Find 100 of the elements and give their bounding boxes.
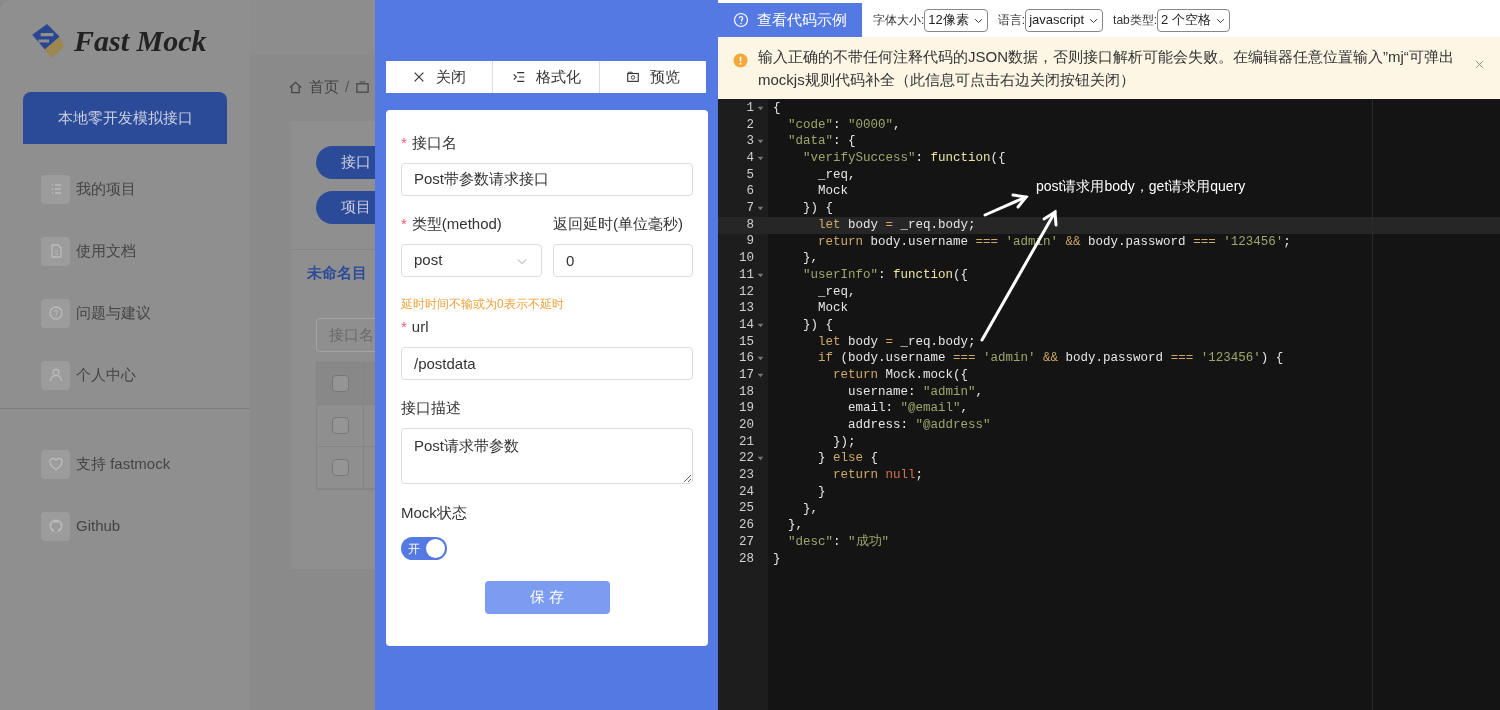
- line-number: 4: [746, 150, 754, 168]
- document-icon: [41, 236, 70, 266]
- line-number: 25: [739, 500, 754, 518]
- close-icon: [412, 70, 426, 84]
- nav-item[interactable]: 使用文档: [76, 239, 136, 263]
- nav-item[interactable]: 支持 fastmock: [76, 452, 171, 476]
- line-number: 6: [746, 183, 754, 201]
- line-number: 7: [746, 200, 754, 218]
- line-number: 2: [746, 116, 754, 134]
- line-number: 3: [746, 133, 754, 151]
- code-line: }: [817, 483, 826, 501]
- code-line: return null;: [832, 467, 924, 484]
- code-line: email: "@email",: [847, 400, 969, 418]
- line-number: 28: [739, 550, 754, 568]
- field-label: 接口名: [411, 132, 457, 153]
- method-select[interactable]: post: [401, 244, 542, 277]
- name-input[interactable]: Post带参数请求接口: [401, 163, 693, 196]
- code-line: },: [802, 250, 818, 267]
- nav-button[interactable]: 本地零开发模拟接口: [23, 92, 227, 144]
- action-button[interactable]: 接口: [316, 146, 375, 179]
- required-asterisk: *: [401, 132, 407, 153]
- setting-select[interactable]: javascript: [1025, 8, 1104, 32]
- line-number: 9: [746, 233, 754, 251]
- field-label: Mock状态: [401, 503, 468, 522]
- line-number: 27: [739, 533, 754, 551]
- toggle-switch[interactable]: 开: [401, 537, 447, 560]
- user-icon: [41, 360, 70, 390]
- setting-label: 字体大小:: [873, 12, 925, 29]
- code-line: Mock: [817, 183, 848, 201]
- line-number: 17: [739, 366, 754, 384]
- line-number: 5: [746, 166, 754, 184]
- code-line: },: [787, 517, 803, 534]
- setting-select[interactable]: 2 个空格: [1157, 8, 1230, 32]
- line-number: 14: [739, 316, 754, 334]
- folder-icon: [355, 80, 371, 95]
- hint-text: 延时时间不输或为0表示不延时: [401, 296, 565, 311]
- line-number: 23: [739, 467, 754, 485]
- nav-item[interactable]: 问题与建议: [76, 301, 151, 325]
- code-line: "data": {: [787, 133, 856, 151]
- code-line: });: [832, 433, 856, 451]
- code-line: return Mock.mock({: [832, 367, 969, 384]
- code-line: }) {: [802, 316, 833, 334]
- code-line: _req,: [817, 166, 856, 184]
- code-line: "userInfo": function({: [802, 266, 969, 284]
- action-button[interactable]: 项目: [316, 191, 375, 224]
- close-icon[interactable]: [1473, 58, 1486, 71]
- breadcrumb-link[interactable]: 首页: [309, 76, 339, 99]
- checkbox[interactable]: [331, 459, 349, 476]
- toolbar-button[interactable]: 格式化: [492, 61, 599, 93]
- field-label: 返回延时(单位毫秒): [553, 213, 683, 234]
- breadcrumb-separator: /: [345, 77, 350, 98]
- warning-icon: [733, 53, 748, 68]
- line-number: 10: [739, 250, 754, 268]
- field-label: url: [411, 316, 429, 337]
- code-line: "code": "0000",: [787, 116, 901, 134]
- line-number: 13: [739, 300, 754, 318]
- list-icon: [41, 174, 70, 204]
- camera-icon: [626, 70, 640, 84]
- line-number: 16: [739, 350, 754, 368]
- github-icon: [41, 511, 70, 541]
- nav-item[interactable]: Github: [76, 514, 121, 538]
- toolbar-button[interactable]: 预览: [599, 61, 706, 93]
- nav-item[interactable]: 我的项目: [76, 177, 136, 201]
- setting-select[interactable]: 12像素: [924, 8, 988, 32]
- help-button[interactable]: 查看代码示例: [718, 3, 862, 37]
- url-input[interactable]: /postdata: [401, 347, 693, 380]
- code-line: username: "admin",: [847, 383, 984, 401]
- line-number: 15: [739, 333, 754, 351]
- question-icon: [41, 298, 70, 328]
- code-editor[interactable]: [718, 99, 1500, 710]
- setting-label: 语言:: [997, 12, 1026, 29]
- toolbar-button[interactable]: 关闭: [386, 61, 492, 93]
- required-asterisk: *: [401, 316, 407, 337]
- line-number: 26: [739, 517, 754, 535]
- code-line: address: "@address": [847, 417, 991, 434]
- description-textarea[interactable]: Post请求带参数: [401, 428, 693, 484]
- line-number: 12: [739, 283, 754, 301]
- setting-label: tab类型:: [1113, 12, 1158, 29]
- nav-item[interactable]: 个人中心: [76, 363, 136, 387]
- code-line: if (body.username === 'admin' && body.password === '123456') {: [817, 350, 1284, 367]
- required-asterisk: *: [401, 213, 407, 234]
- code-line: "verifySuccess": function({: [802, 150, 1006, 167]
- delay-input[interactable]: 0: [553, 244, 693, 277]
- annotation-text: post请求用body，get请求用query: [1036, 177, 1246, 196]
- checkbox[interactable]: [331, 375, 349, 392]
- code-line: }) {: [802, 200, 833, 217]
- line-number: 19: [739, 400, 754, 418]
- code-line: {: [773, 100, 781, 117]
- code-line: Mock: [817, 300, 848, 317]
- code-line: let body = _req.body;: [817, 333, 976, 351]
- line-number: 24: [739, 483, 754, 501]
- code-line: } else {: [817, 450, 879, 468]
- checkbox[interactable]: [331, 417, 349, 434]
- notice-text: 输入正确的不带任何注释代码的JSON数据，否则接口解析可能会失败。在编辑器任意位置输入”mj“可弹出mockjs规则代码补全（此信息可点击右边关闭按钮关闭）: [758, 47, 1455, 90]
- code-line: },: [802, 500, 818, 518]
- line-number: 21: [739, 433, 754, 451]
- code-line: let body = _req.body;: [817, 216, 976, 234]
- line-number: 22: [739, 450, 754, 468]
- help-icon: [733, 12, 749, 28]
- line-number: 8: [746, 216, 754, 234]
